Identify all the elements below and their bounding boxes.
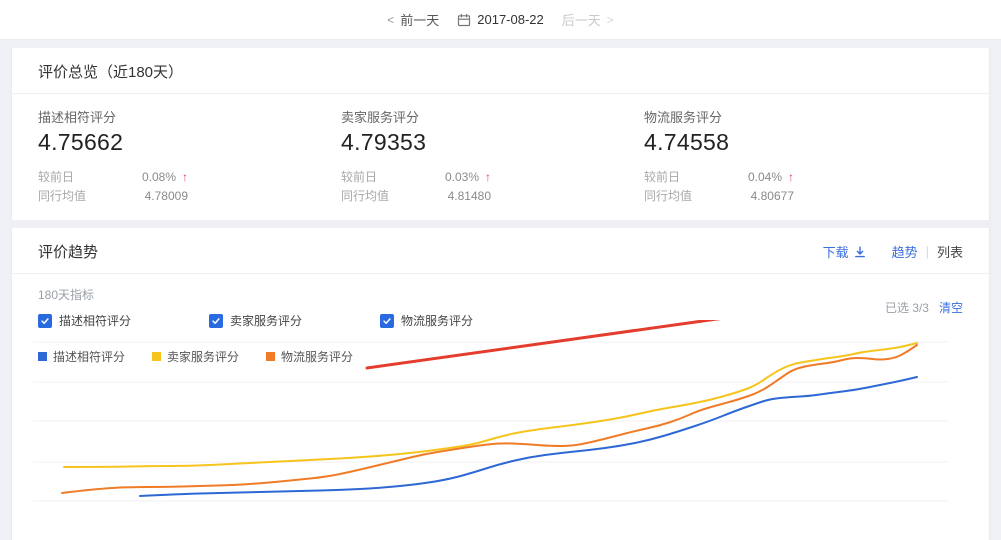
tab-trend-view[interactable]: 趋势 — [892, 242, 918, 261]
metric-label: 物流服务评分 — [644, 107, 947, 126]
vs-prev-day-value: 0.03% — [445, 168, 479, 187]
peer-average-value: 4.78009 — [145, 187, 188, 206]
metric-value: 4.75662 — [38, 129, 341, 156]
vs-prev-day-label: 较前日 — [341, 168, 377, 187]
peer-average-value: 4.81480 — [448, 187, 491, 206]
calendar-icon — [457, 13, 471, 27]
metric-seller-service-score: 卖家服务评分 4.79353 较前日 0.03% ↑ 同行均值 4.81480 — [341, 107, 644, 206]
vs-prev-day-label: 较前日 — [38, 168, 74, 187]
trend-up-icon: ↑ — [182, 168, 188, 187]
prev-day-label: 前一天 — [400, 10, 439, 29]
overview-title: 评价总览（近180天） — [38, 61, 183, 82]
peer-average-label: 同行均值 — [38, 187, 86, 206]
peer-average-value: 4.80677 — [751, 187, 794, 206]
selected-count: 已选 3/3 — [885, 299, 929, 316]
metric-label: 描述相符评分 — [38, 107, 341, 126]
date-picker[interactable]: 2017-08-22 — [457, 12, 544, 27]
vs-prev-day-label: 较前日 — [644, 168, 680, 187]
metric-label: 卖家服务评分 — [341, 107, 644, 126]
trend-title: 评价趋势 — [38, 241, 823, 262]
vs-prev-day-value: 0.04% — [748, 168, 782, 187]
trend-up-icon: ↑ — [485, 168, 491, 187]
current-date: 2017-08-22 — [477, 12, 544, 27]
view-separator: | — [926, 244, 929, 259]
chevron-left-icon: < — [387, 13, 394, 27]
vs-prev-day-value: 0.08% — [142, 168, 176, 187]
trend-up-icon: ↑ — [788, 168, 794, 187]
trend-line-chart[interactable] — [0, 320, 1001, 515]
rating-overview-card: 评价总览（近180天） 描述相符评分 4.75662 较前日 0.08% ↑ 同… — [11, 48, 990, 220]
download-label: 下载 — [823, 242, 849, 261]
section-divider — [0, 40, 1001, 48]
metric-value: 4.74558 — [644, 129, 947, 156]
download-icon — [854, 246, 866, 258]
metric-description-score: 描述相符评分 4.75662 较前日 0.08% ↑ 同行均值 4.78009 — [38, 107, 341, 206]
chevron-right-icon: > — [607, 13, 614, 27]
date-nav-bar: < 前一天 2017-08-22 后一天 > — [0, 0, 1001, 40]
next-day-label: 后一天 — [562, 10, 601, 29]
tab-list-view[interactable]: 列表 — [937, 242, 963, 261]
peer-average-label: 同行均值 — [341, 187, 389, 206]
next-day-button[interactable]: 后一天 > — [562, 10, 614, 29]
download-button[interactable]: 下载 — [823, 242, 866, 261]
view-switch: 趋势 | 列表 — [892, 242, 963, 261]
section-divider — [0, 220, 1001, 228]
metric-value: 4.79353 — [341, 129, 644, 156]
peer-average-label: 同行均值 — [644, 187, 692, 206]
prev-day-button[interactable]: < 前一天 — [387, 10, 439, 29]
metrics-row: 描述相符评分 4.75662 较前日 0.08% ↑ 同行均值 4.78009 … — [12, 94, 989, 220]
metric-logistics-score: 物流服务评分 4.74558 较前日 0.04% ↑ 同行均值 4.80677 — [644, 107, 947, 206]
clear-selection-link[interactable]: 清空 — [939, 299, 963, 316]
filter-group-label: 180天指标 — [38, 286, 885, 303]
